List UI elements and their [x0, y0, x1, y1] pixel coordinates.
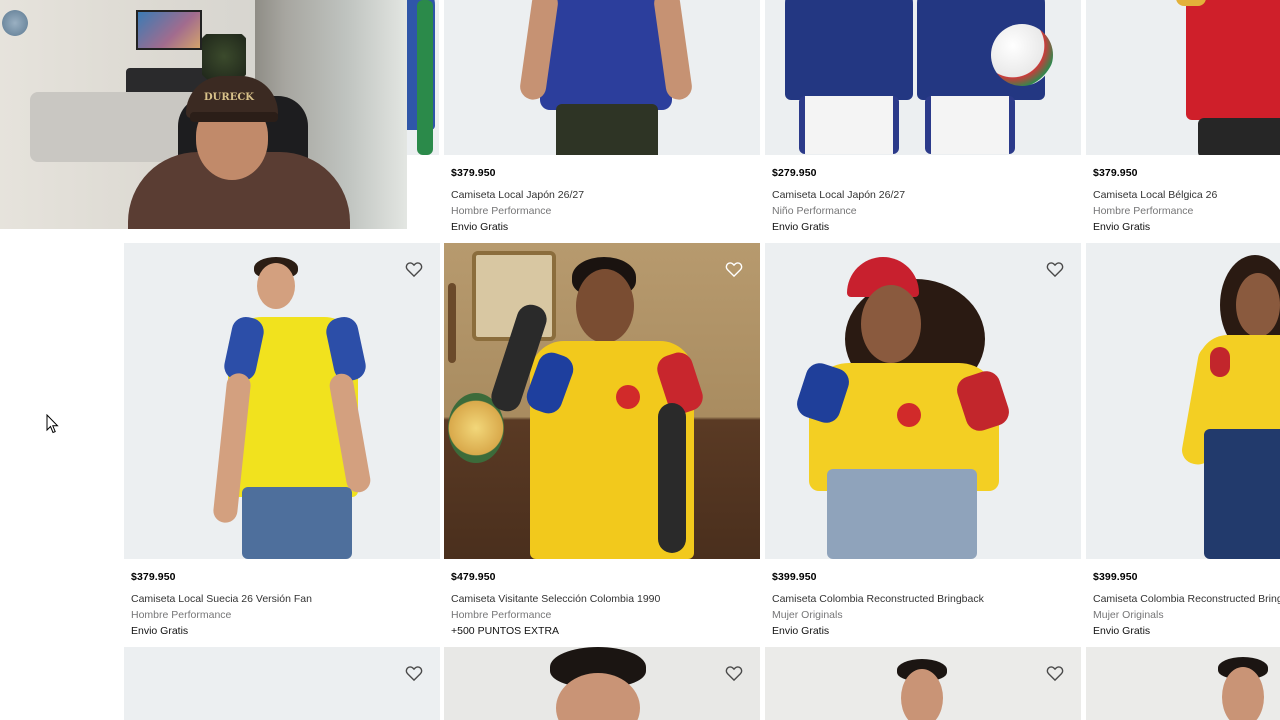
product-info: $379.950 Camiseta Local Suecia 26 Versió… [124, 559, 440, 637]
crest-shape [616, 385, 640, 409]
wishlist-heart-icon[interactable] [724, 259, 744, 279]
product-listing-page: $379.950 Camiseta Local Japón 26/27 Homb… [0, 0, 1280, 720]
product-card[interactable]: $379.950 Camiseta Local Bélgica 26 Hombr… [1086, 0, 1280, 233]
lamp-decor [0, 8, 30, 38]
jersey-shape [1186, 0, 1280, 120]
tv-screen [136, 10, 202, 50]
product-name[interactable]: Camiseta Local Bélgica 26 [1093, 189, 1280, 201]
product-price: $399.950 [1093, 571, 1138, 583]
product-name[interactable]: Camiseta Colombia Reconstructed Bringbac… [772, 593, 1074, 605]
wishlist-heart-icon[interactable] [1045, 663, 1065, 683]
arm-shape [658, 403, 686, 553]
product-image[interactable] [765, 647, 1081, 720]
product-card[interactable]: $379.950 Camiseta Local Suecia 26 Versió… [124, 243, 440, 637]
product-image[interactable] [124, 243, 440, 559]
product-category: Hombre Performance [451, 609, 552, 621]
product-category: Hombre Performance [131, 609, 232, 621]
jeans-shape [827, 469, 977, 559]
product-price: $379.950 [131, 571, 176, 583]
product-card[interactable]: $399.950 Camiseta Colombia Reconstructed… [765, 243, 1081, 637]
head-shape [576, 269, 634, 343]
head-shape [901, 669, 943, 720]
jeans-shape [242, 487, 352, 559]
wishlist-heart-icon[interactable] [404, 259, 424, 279]
trousers-shape [556, 104, 658, 155]
webcam-overlay: DURECK [0, 0, 407, 229]
product-name[interactable]: Camiseta Local Suecia 26 Versión Fan [131, 593, 433, 605]
product-image[interactable] [1086, 647, 1280, 720]
product-info: $399.950 Camiseta Colombia Reconstructed… [1086, 559, 1280, 637]
product-badge: Envio Gratis [131, 625, 189, 637]
head-shape [1236, 273, 1280, 337]
product-badge: Envio Gratis [772, 625, 830, 637]
jersey-shape [785, 0, 913, 100]
wishlist-heart-icon[interactable] [404, 663, 424, 683]
product-badge: Envio Gratis [1093, 625, 1151, 637]
product-card[interactable]: $479.950 Camiseta Visitante Selección Co… [444, 243, 760, 637]
trim-shape [417, 0, 433, 155]
product-badge: Envio Gratis [1093, 221, 1151, 233]
product-image[interactable] [765, 243, 1081, 559]
cap-brim [190, 112, 278, 122]
product-card[interactable]: $399.950 Camiseta Colombia Reconstructed… [1086, 243, 1280, 637]
product-card[interactable]: $379.950 Camiseta Local Japón 26/27 Homb… [444, 0, 760, 233]
shorts-shape [925, 96, 1015, 154]
product-card[interactable] [124, 647, 440, 720]
product-price: $399.950 [772, 571, 817, 583]
product-image[interactable] [765, 0, 1081, 155]
product-image[interactable] [1086, 0, 1280, 155]
product-category: Niño Performance [772, 205, 857, 217]
product-badge: +500 PUNTOS EXTRA [451, 625, 560, 637]
collar-shape [1176, 0, 1206, 6]
trousers-shape [1204, 429, 1280, 559]
product-card[interactable]: $279.950 Camiseta Local Japón 26/27 Niño… [765, 0, 1081, 233]
product-card[interactable] [444, 647, 760, 720]
crest-shape [897, 403, 921, 427]
frame-shape [448, 283, 456, 363]
product-image[interactable] [444, 0, 760, 155]
stripe-shape [1210, 347, 1230, 377]
head-shape [257, 263, 295, 309]
cap-logo-text: DURECK [204, 92, 254, 103]
product-info: $379.950 Camiseta Local Japón 26/27 Homb… [444, 155, 760, 233]
trousers-shape [1198, 118, 1280, 155]
product-category: Mujer Originals [1093, 609, 1164, 621]
product-price: $379.950 [451, 167, 496, 179]
jersey-shape [540, 0, 672, 110]
product-info: $399.950 Camiseta Colombia Reconstructed… [765, 559, 1081, 637]
product-price: $479.950 [451, 571, 496, 583]
head-shape [1222, 667, 1264, 720]
product-card[interactable] [765, 647, 1081, 720]
product-card[interactable] [1086, 647, 1280, 720]
football-shape [991, 24, 1053, 86]
product-badge: Envio Gratis [772, 221, 830, 233]
product-image[interactable] [124, 647, 440, 720]
head-shape [861, 285, 921, 363]
product-name[interactable]: Camiseta Local Japón 26/27 [451, 189, 753, 201]
product-badge: Envio Gratis [451, 221, 509, 233]
shorts-shape [799, 96, 899, 154]
product-price: $379.950 [1093, 167, 1138, 179]
product-category: Hombre Performance [451, 205, 552, 217]
product-category: Hombre Performance [1093, 205, 1194, 217]
product-info: $379.950 Camiseta Local Bélgica 26 Hombr… [1086, 155, 1280, 233]
product-info: $479.950 Camiseta Visitante Selección Co… [444, 559, 760, 637]
product-image[interactable] [444, 647, 760, 720]
product-price: $279.950 [772, 167, 817, 179]
product-name[interactable]: Camiseta Local Japón 26/27 [772, 189, 1074, 201]
sofa [30, 92, 200, 162]
product-image[interactable] [1086, 243, 1280, 559]
wishlist-heart-icon[interactable] [724, 663, 744, 683]
product-name[interactable]: Camiseta Colombia Reconstructed Bringbac… [1093, 593, 1280, 605]
product-category: Mujer Originals [772, 609, 843, 621]
wishlist-heart-icon[interactable] [1045, 259, 1065, 279]
mouse-pointer-icon [46, 414, 59, 434]
product-name[interactable]: Camiseta Visitante Selección Colombia 19… [451, 593, 753, 605]
product-image[interactable] [444, 243, 760, 559]
product-info: $279.950 Camiseta Local Japón 26/27 Niño… [765, 155, 1081, 233]
